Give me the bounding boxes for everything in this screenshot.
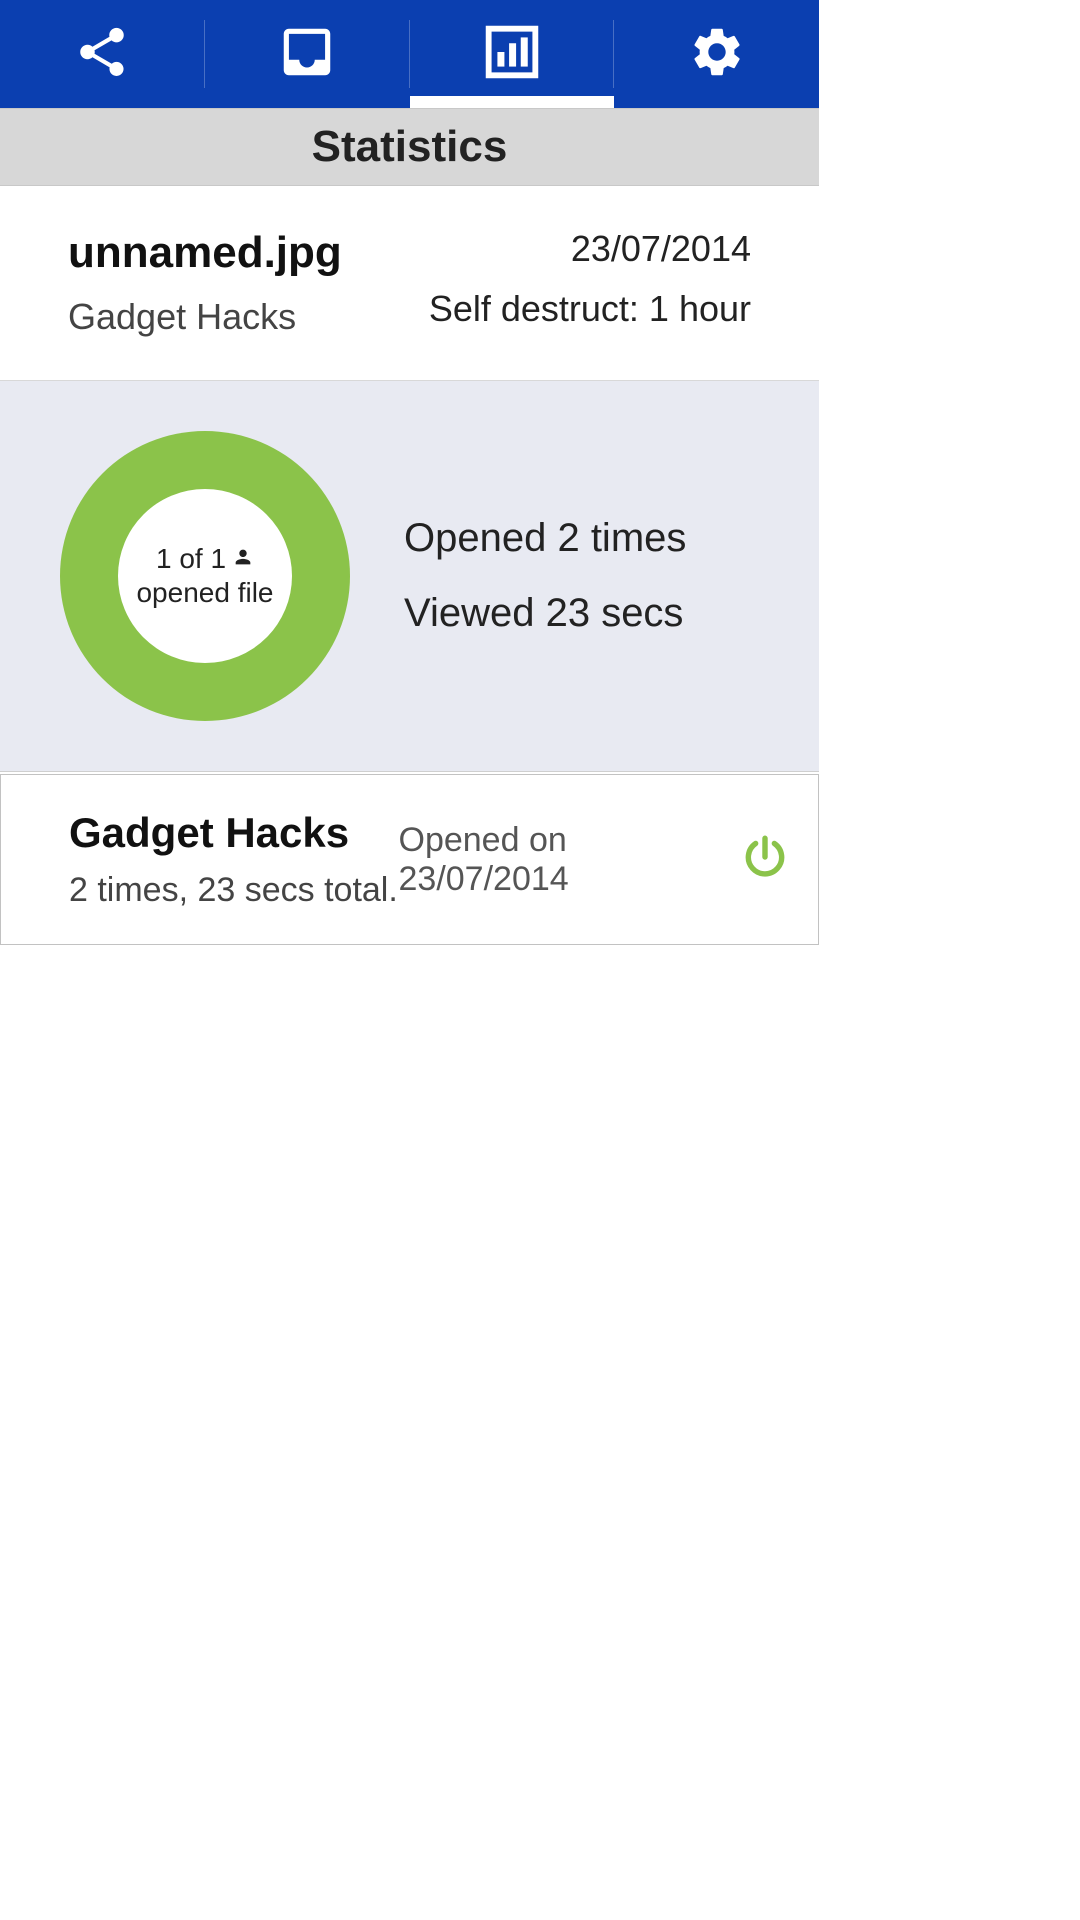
- gear-icon: [688, 23, 746, 86]
- donut-count-text: 1 of 1: [156, 543, 226, 575]
- file-card[interactable]: unnamed.jpg Gadget Hacks 23/07/2014 Self…: [0, 186, 819, 381]
- file-name: unnamed.jpg: [68, 228, 410, 278]
- stats-summary: Opened 2 times Viewed 23 secs: [404, 516, 789, 636]
- share-icon: [73, 23, 131, 86]
- top-nav: [0, 0, 819, 108]
- viewer-row-left: Gadget Hacks 2 times, 23 secs total.: [69, 809, 399, 910]
- page-title: Statistics: [312, 122, 508, 172]
- file-card-left: unnamed.jpg Gadget Hacks: [68, 228, 410, 338]
- tab-settings[interactable]: [614, 0, 819, 108]
- viewer-name: Gadget Hacks: [69, 809, 399, 857]
- viewer-row[interactable]: Gadget Hacks 2 times, 23 secs total. Ope…: [0, 774, 819, 945]
- tab-inbox[interactable]: [205, 0, 410, 108]
- stats-viewed-duration: Viewed 23 secs: [404, 591, 789, 636]
- viewer-row-mid: Opened on 23/07/2014: [399, 821, 729, 899]
- file-date: 23/07/2014: [410, 228, 752, 270]
- bar-chart-icon: [477, 17, 547, 92]
- power-button[interactable]: [740, 832, 798, 887]
- file-self-destruct: Self destruct: 1 hour: [410, 288, 752, 330]
- donut-label-line2: opened file: [136, 577, 273, 609]
- viewer-summary: 2 times, 23 secs total.: [69, 871, 399, 910]
- power-icon: [740, 869, 790, 886]
- open-rate-donut-chart: 1 of 1 opened file: [60, 431, 350, 721]
- stats-panel: 1 of 1 opened file Opened 2 times Viewed…: [0, 381, 819, 772]
- page-header: Statistics: [0, 108, 819, 186]
- person-icon: [232, 543, 254, 575]
- inbox-icon: [276, 21, 338, 88]
- tab-statistics[interactable]: [410, 0, 615, 108]
- stats-opened-count: Opened 2 times: [404, 516, 789, 561]
- file-sender: Gadget Hacks: [68, 296, 410, 338]
- file-card-right: 23/07/2014 Self destruct: 1 hour: [410, 228, 752, 338]
- tab-share[interactable]: [0, 0, 205, 108]
- viewer-opened-on: Opened on 23/07/2014: [399, 821, 729, 899]
- donut-label-line1: 1 of 1: [156, 543, 254, 575]
